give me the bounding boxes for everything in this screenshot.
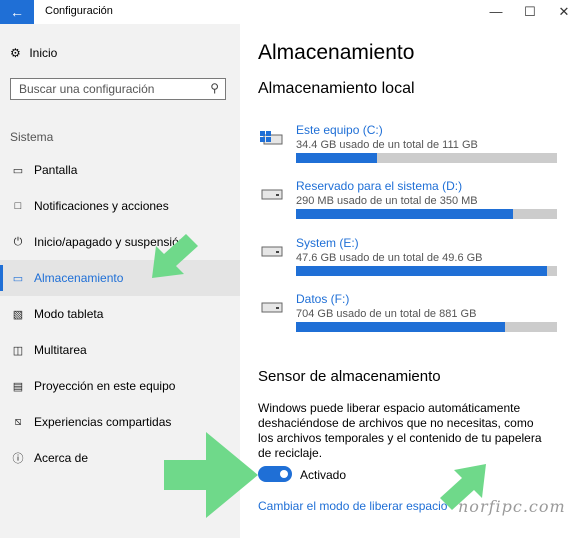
- storage-icon: ▭: [12, 272, 24, 285]
- drive-e[interactable]: System (E:) 47.6 GB usado de un total de…: [258, 236, 558, 280]
- local-storage-title: Almacenamiento local: [258, 80, 415, 97]
- usage-bar: [296, 153, 557, 163]
- sidebar-item-label: Proyección en este equipo: [34, 379, 176, 393]
- drive-icon: [261, 246, 283, 257]
- sidebar-item-proyeccion[interactable]: ▤ Proyección en este equipo: [0, 368, 240, 404]
- tablet-icon: ▧: [12, 308, 24, 321]
- sidebar-item-modo-tableta[interactable]: ▧ Modo tableta: [0, 296, 240, 332]
- projection-icon: ▤: [12, 380, 24, 393]
- storage-sense-toggle[interactable]: [258, 466, 292, 482]
- annotation-arrow-toggle-icon: [164, 432, 258, 518]
- usage-bar-fill: [296, 209, 513, 219]
- info-icon: ⓘ: [12, 453, 24, 465]
- annotation-arrow-sidebar-icon: [152, 234, 198, 278]
- drive-icon: [261, 302, 283, 313]
- drive-icon: [261, 189, 283, 200]
- usage-bar-fill: [296, 322, 505, 332]
- sidebar-item-multitarea[interactable]: ◫ Multitarea: [0, 332, 240, 368]
- drive-name[interactable]: Datos (F:): [296, 292, 349, 306]
- sidebar-item-label: Almacenamiento: [34, 271, 124, 285]
- sidebar-item-inicio-apagado[interactable]: ⏻ Inicio/apagado y suspensión: [0, 224, 240, 260]
- sidebar-item-label: Notificaciones y acciones: [34, 199, 169, 213]
- usage-bar: [296, 322, 557, 332]
- search-input[interactable]: [11, 79, 199, 99]
- multitask-icon: ◫: [12, 344, 24, 357]
- window-title: Configuración: [45, 5, 113, 17]
- sidebar-item-notificaciones[interactable]: □ Notificaciones y acciones: [0, 188, 240, 224]
- arrow-left-icon: ←: [10, 4, 24, 20]
- sidebar-item-almacenamiento[interactable]: ▭ Almacenamiento: [0, 260, 240, 296]
- sidebar-item-label: Modo tableta: [34, 307, 104, 321]
- close-button[interactable]: ✕: [556, 4, 572, 20]
- search-icon[interactable]: ⚲: [210, 81, 219, 95]
- usage-bar: [296, 266, 557, 276]
- drive-name[interactable]: System (E:): [296, 236, 359, 250]
- drive-usage: 34.4 GB usado de un total de 111 GB: [296, 139, 478, 151]
- sidebar-item-label: Experiencias compartidas: [34, 415, 172, 429]
- usage-bar: [296, 209, 557, 219]
- usage-bar-fill: [296, 266, 547, 276]
- minimize-button[interactable]: —: [488, 4, 504, 19]
- home-label: Inicio: [29, 46, 58, 60]
- storage-sense-title: Sensor de almacenamiento: [258, 368, 441, 385]
- page-title: Almacenamiento: [258, 41, 415, 64]
- drive-usage: 290 MB usado de un total de 350 MB: [296, 195, 478, 207]
- sidebar-item-label: Pantalla: [34, 163, 78, 177]
- drive-name[interactable]: Este equipo (C:): [296, 123, 383, 137]
- display-icon: ▭: [12, 164, 24, 177]
- maximize-button[interactable]: ☐: [522, 4, 538, 20]
- gear-icon: ⚙: [10, 46, 21, 60]
- change-free-space-link[interactable]: Cambiar el modo de liberar espacio: [258, 499, 447, 513]
- drive-usage: 704 GB usado de un total de 881 GB: [296, 308, 477, 320]
- shared-icon: ⧅: [14, 415, 22, 428]
- sidebar-item-pantalla[interactable]: ▭ Pantalla: [0, 152, 240, 188]
- notifications-icon: □: [14, 200, 22, 212]
- title-bar: ← Configuración — ☐ ✕: [0, 0, 581, 24]
- section-header: Sistema: [10, 130, 54, 144]
- drive-c[interactable]: Este equipo (C:) 34.4 GB usado de un tot…: [258, 123, 558, 167]
- usage-bar-fill: [296, 153, 377, 163]
- toggle-state-label: Activado: [300, 468, 347, 482]
- back-button[interactable]: ←: [0, 0, 34, 24]
- sidebar-nav: ▭ Pantalla □ Notificaciones y acciones ⏻…: [0, 152, 240, 476]
- power-icon: ⏻: [13, 235, 23, 248]
- drive-f[interactable]: Datos (F:) 704 GB usado de un total de 8…: [258, 292, 558, 336]
- storage-sense-description: Windows puede liberar espacio automática…: [258, 401, 542, 460]
- drive-usage: 47.6 GB usado de un total de 49.6 GB: [296, 252, 483, 264]
- annotation-arrow-link-icon: [440, 464, 486, 510]
- search-box[interactable]: ⚲: [10, 78, 226, 100]
- drive-name[interactable]: Reservado para el sistema (D:): [296, 179, 462, 193]
- toggle-knob: [280, 470, 288, 478]
- drive-d[interactable]: Reservado para el sistema (D:) 290 MB us…: [258, 179, 558, 223]
- home-link[interactable]: ⚙ Inicio: [10, 46, 57, 60]
- sidebar-item-label: Acerca de: [34, 451, 89, 465]
- sidebar-item-label: Multitarea: [34, 343, 87, 357]
- windows-drive-icon: [260, 131, 283, 145]
